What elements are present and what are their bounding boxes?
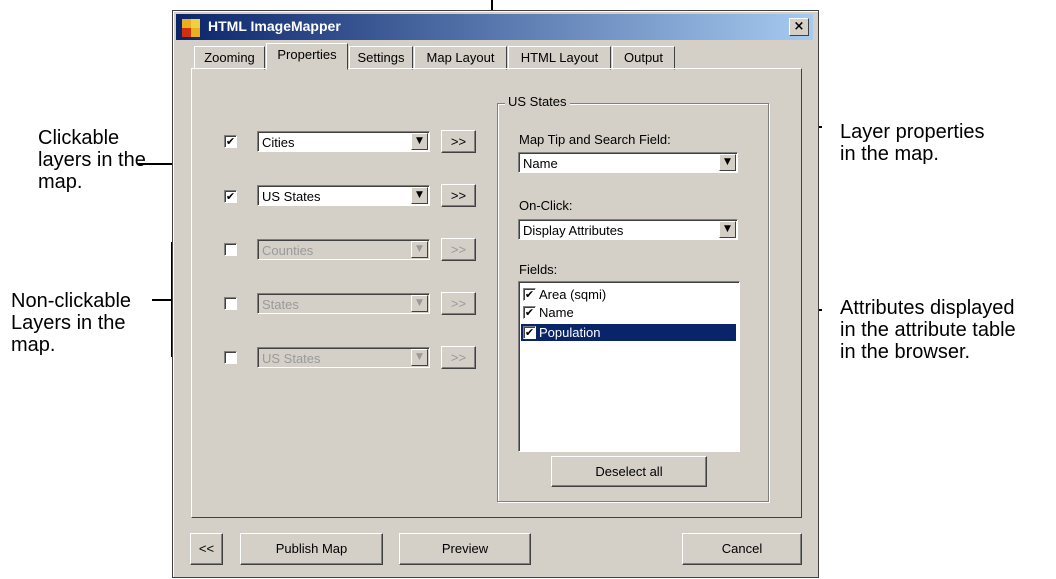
- chevron-down-icon[interactable]: ▼: [411, 133, 428, 150]
- back-button[interactable]: <<: [190, 533, 223, 565]
- layer-properties-button: >>: [441, 346, 476, 369]
- layer-select-value: US States: [262, 189, 321, 204]
- layer-checkbox: [224, 243, 237, 256]
- layer-checkbox[interactable]: ✔: [224, 135, 237, 148]
- list-item[interactable]: ✔ Name: [521, 304, 736, 321]
- layer-properties-button[interactable]: >>: [441, 184, 476, 207]
- layer-select-value: States: [262, 297, 299, 312]
- tab-output[interactable]: Output: [612, 46, 675, 70]
- cancel-button[interactable]: Cancel: [682, 533, 802, 565]
- close-icon[interactable]: ×: [789, 18, 809, 36]
- map-tip-label: Map Tip and Search Field:: [519, 132, 671, 147]
- chevron-down-icon: ▼: [411, 295, 428, 312]
- window-title: HTML ImageMapper: [208, 18, 341, 34]
- layer-select-value: US States: [262, 351, 321, 366]
- tab-properties[interactable]: Properties: [266, 43, 348, 70]
- preview-button[interactable]: Preview: [399, 533, 531, 565]
- field-checkbox[interactable]: ✔: [523, 288, 536, 301]
- list-item[interactable]: ✔ Area (sqmi): [521, 286, 736, 303]
- layer-checkbox[interactable]: ✔: [224, 190, 237, 203]
- field-name: Population: [539, 325, 601, 340]
- chevron-down-icon[interactable]: ▼: [719, 221, 736, 238]
- chevron-down-icon[interactable]: ▼: [411, 187, 428, 204]
- layer-checkbox: [224, 351, 237, 364]
- map-tip-select[interactable]: Name ▼: [518, 152, 738, 173]
- tab-zooming[interactable]: Zooming: [194, 46, 265, 70]
- map-tip-value: Name: [523, 156, 558, 171]
- group-title: US States: [505, 94, 570, 109]
- layer-select: Counties ▼: [257, 239, 430, 260]
- chevron-down-icon[interactable]: ▼: [719, 154, 736, 171]
- list-item[interactable]: ✔ Population: [521, 324, 736, 341]
- layer-select[interactable]: US States ▼: [257, 185, 430, 206]
- annotation-clickable-layers: Clickable layers in the map.: [38, 127, 146, 193]
- layer-checkbox: [224, 297, 237, 310]
- tab-map-layout[interactable]: Map Layout: [414, 46, 507, 70]
- layer-select-value: Counties: [262, 243, 314, 258]
- field-name: Area (sqmi): [539, 287, 607, 302]
- title-bar[interactable]: HTML ImageMapper ×: [176, 14, 813, 40]
- layer-properties-button: >>: [441, 292, 476, 315]
- chevron-down-icon: ▼: [411, 349, 428, 366]
- layer-select: US States ▼: [257, 347, 430, 368]
- field-checkbox[interactable]: ✔: [523, 326, 536, 339]
- field-name: Name: [539, 305, 574, 320]
- tab-html-layout[interactable]: HTML Layout: [508, 46, 611, 70]
- annotation-layer-properties: Layer properties in the map.: [840, 121, 985, 165]
- layer-properties-button[interactable]: >>: [441, 130, 476, 153]
- publish-map-button[interactable]: Publish Map: [240, 533, 383, 565]
- layer-select: States ▼: [257, 293, 430, 314]
- app-icon: [182, 19, 200, 37]
- field-checkbox[interactable]: ✔: [523, 306, 536, 319]
- chevron-down-icon: ▼: [411, 241, 428, 258]
- annotation-attributes: Attributes displayed in the attribute ta…: [840, 297, 1016, 363]
- deselect-all-button[interactable]: Deselect all: [551, 456, 707, 487]
- onclick-value: Display Attributes: [523, 223, 624, 238]
- layer-select-value: Cities: [262, 135, 295, 150]
- fields-label: Fields:: [519, 262, 558, 277]
- onclick-select[interactable]: Display Attributes ▼: [518, 219, 738, 240]
- layer-select[interactable]: Cities ▼: [257, 131, 430, 152]
- annotation-nonclickable-layers: Non-clickable Layers in the map.: [11, 290, 132, 356]
- onclick-label: On-Click:: [519, 198, 573, 213]
- layer-properties-button: >>: [441, 238, 476, 261]
- tab-settings[interactable]: Settings: [349, 46, 413, 70]
- fields-listbox[interactable]: ✔ Area (sqmi) ✔ Name ✔ Population: [518, 281, 740, 452]
